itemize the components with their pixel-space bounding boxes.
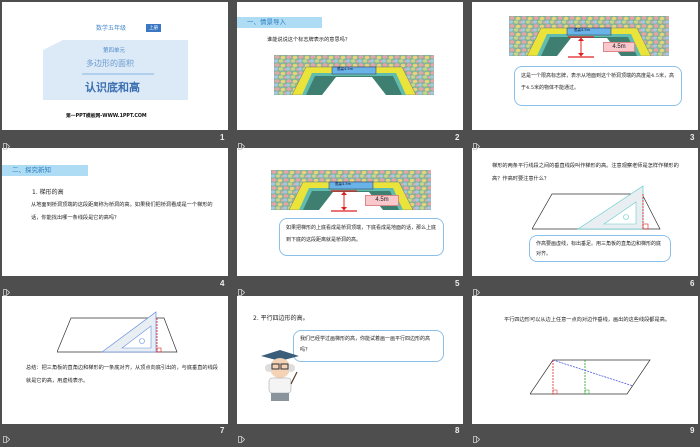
slide-transition-icon[interactable] <box>3 428 11 443</box>
slide-number: 3 <box>690 133 695 142</box>
slide-thumbnail-8[interactable]: 2. 平行四边形的高。 我们已经学过画梯形的高，你能试着画一画平行四边形的高吗？ <box>237 296 463 424</box>
chapter-label: 多边形的面积 <box>86 59 134 68</box>
height-limit-sign: 限高4.5m <box>574 28 590 32</box>
slide-thumbnail-9[interactable]: 平行四边形可以从边上任意一点向对边作垂线，画出的这些线段都是高。 <box>472 296 698 424</box>
slide-thumbnail-2[interactable]: 一、情景导入 谁能说说这个标志牌表示的意思吗？ 限高4.5m <box>237 2 463 130</box>
slide-transition-icon[interactable] <box>473 428 481 443</box>
height-arrow-icon <box>331 190 357 212</box>
speech-bubble: 这是一个限高标志牌，表示从地面到这个桥洞顶端的高度是4.5米，高于4.5米的物体… <box>514 66 682 106</box>
slide-number: 5 <box>455 279 460 288</box>
slide-thumbnail-1[interactable]: 数学五年级 上册 第四单元 多边形的面积 认识底和高 第一PPT模板网-WWW.… <box>2 2 228 130</box>
height-arrow-icon <box>568 36 594 58</box>
trapezoid-with-set-square <box>532 185 661 230</box>
paragraph: 平行四边形可以从边上任意一点向对边作垂线，画出的这些线段都是高。 <box>504 317 671 323</box>
speech-bubble: 作高要画虚线，标出垂足。用三角板的直角边和梯形的底对齐。 <box>529 235 671 262</box>
section-header: 二、探究新知 <box>2 165 88 176</box>
height-label: 4.5m <box>603 42 635 52</box>
question-text: 谁能说说这个标志牌表示的意思吗？ <box>267 37 351 43</box>
slide-number: 6 <box>690 279 695 288</box>
slide-transition-icon[interactable] <box>238 281 246 296</box>
parallelogram-heights-figure <box>530 359 651 395</box>
slide-transition-icon[interactable] <box>473 135 481 150</box>
slide-number: 2 <box>455 133 460 142</box>
slide-thumbnail-4[interactable]: 二、探究新知 1. 梯形的高 从地面到桥洞顶端的这段距离称为桥洞的高。如果我们把… <box>2 148 228 276</box>
speech-bubble: 如果把梯形的上底看成是桥洞顶端，下底看成是地面的话，那么上底到下底的这段距离就是… <box>279 218 444 256</box>
height-limit-sign: 限高4.5m <box>337 67 353 71</box>
height-limit-sign: 限高4.5m <box>335 182 351 186</box>
paragraph: 从地面到桥洞顶端的这段距离称为桥洞的高。如果我们把桥洞看成是一个梯形的话，你能找… <box>31 202 213 221</box>
height-label: 4.5m <box>365 195 399 206</box>
slide-transition-icon[interactable] <box>3 281 11 296</box>
section-header: 一、情景导入 <box>237 17 322 28</box>
slide-number: 9 <box>690 426 695 435</box>
slide-thumbnail-3[interactable]: 限高4.5m 4.5m 这是一个限高标志牌，表示从地面到这个桥洞顶端的高度是4.… <box>472 2 698 130</box>
slide-number: 1 <box>220 133 225 142</box>
slide-thumbnail-6[interactable]: 梯形的两条平行线段之间的垂直线段叫作梯形的高。注意观察老师是怎样作梯形的高？作高… <box>472 148 698 276</box>
summary-paragraph: 总结：把三角板的直角边和梯形的一条底对齐，从顶点向底引出的，与底垂直的线段就是它… <box>26 365 218 384</box>
speech-bubble: 我们已经学过画梯形的高，你能试着画一画平行四边形的高吗？ <box>293 330 444 362</box>
unit-label: 第四单元 <box>103 48 126 54</box>
slide-number: 8 <box>455 426 460 435</box>
slide-number: 4 <box>220 279 225 288</box>
paragraph: 梯形的两条平行线段之间的垂直线段叫作梯形的高。注意观察老师是怎样作梯形的高？作高… <box>492 163 679 182</box>
bridge-image <box>273 55 435 95</box>
slide-transition-icon[interactable] <box>3 135 11 150</box>
footer-site: 第一PPT模板网-WWW.1PPT.COM <box>66 114 147 119</box>
slide-transition-icon[interactable] <box>238 428 246 443</box>
term-badge: 上册 <box>146 24 161 32</box>
slide-title: 认识底和高 <box>85 81 140 94</box>
slide-thumbnail-5[interactable]: 限高4.5m 4.5m 如果把梯形的上底看成是桥洞顶端，下底看成是地面的话，那么… <box>237 148 463 276</box>
slide-thumbnail-7[interactable]: 总结：把三角板的直角边和梯形的一条底对齐，从顶点向底引出的，与底垂直的线段就是它… <box>2 296 228 424</box>
slide-transition-icon[interactable] <box>238 135 246 150</box>
subtitle: 2. 平行四边形的高。 <box>253 315 309 322</box>
trapezoid-with-set-square <box>57 311 178 353</box>
subtitle: 1. 梯形的高 <box>32 189 64 196</box>
slide-number: 7 <box>220 426 225 435</box>
slide-transition-icon[interactable] <box>473 281 481 296</box>
grade-label: 数学五年级 <box>96 25 127 32</box>
teacher-cartoon-icon <box>261 350 299 401</box>
